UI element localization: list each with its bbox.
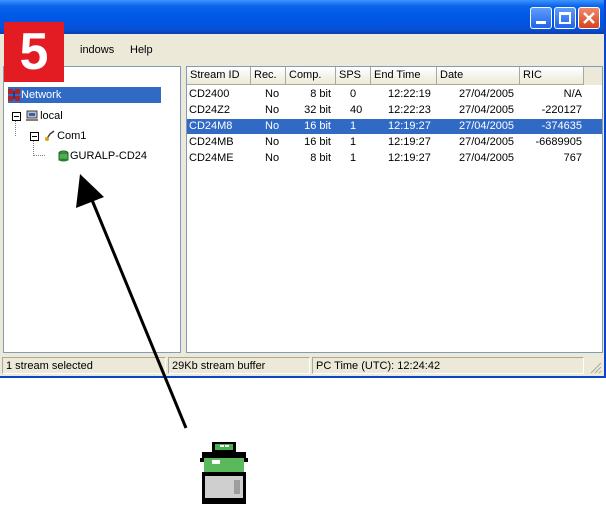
- digitizer-device-icon: [200, 442, 248, 504]
- pointer-arrow: [76, 174, 188, 429]
- step-number-badge: 5: [4, 22, 64, 82]
